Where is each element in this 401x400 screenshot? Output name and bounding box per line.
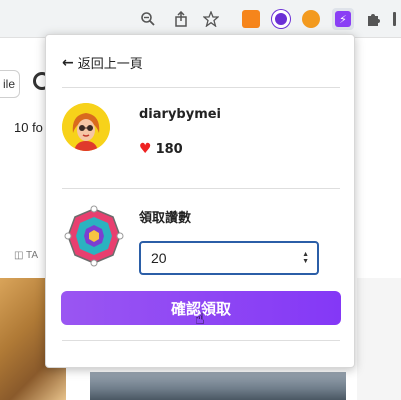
gem-icon <box>64 205 124 267</box>
followers-count: 10 fo <box>14 120 43 135</box>
metamask-icon[interactable] <box>240 8 262 30</box>
zoom-out-icon[interactable] <box>137 8 159 30</box>
quantity-input[interactable]: 20 ▲ ▼ <box>139 241 319 275</box>
divider <box>62 87 340 88</box>
back-button[interactable]: ← 返回上一頁 <box>62 53 143 73</box>
divider <box>62 188 340 189</box>
post-image[interactable] <box>357 278 401 400</box>
quantity-label: 領取讚數 <box>139 211 192 226</box>
tab-tagged[interactable]: ◫ TA <box>14 250 38 261</box>
hand-cursor-icon: ☝ <box>195 309 205 328</box>
camera-icon: ◫ <box>14 250 27 261</box>
browser-toolbar: ⚡ <box>0 0 401 38</box>
extension-orange-icon[interactable] <box>300 8 322 30</box>
tab-label: TA <box>26 250 39 261</box>
star-icon[interactable] <box>200 8 222 30</box>
avatar <box>62 103 110 151</box>
extension-bolt-icon[interactable]: ⚡ <box>332 8 354 30</box>
profile-button[interactable]: ile <box>0 70 20 98</box>
post-image[interactable] <box>90 372 346 400</box>
arrow-left-icon: ← <box>62 54 74 71</box>
divider <box>62 340 340 341</box>
more-icon[interactable] <box>388 8 400 30</box>
stepper-icon[interactable]: ▲ ▼ <box>302 251 309 265</box>
quantity-value: 20 <box>151 250 167 266</box>
username: diarybymei <box>139 107 222 122</box>
likes-value: 180 <box>155 141 183 157</box>
back-label: 返回上一頁 <box>77 57 143 72</box>
heart-icon: ♥ <box>139 141 152 157</box>
share-icon[interactable] <box>170 8 192 30</box>
extension-purple-icon[interactable] <box>270 8 292 30</box>
likes-count: ♥ 180 <box>139 141 183 157</box>
puzzle-icon[interactable] <box>362 8 384 30</box>
